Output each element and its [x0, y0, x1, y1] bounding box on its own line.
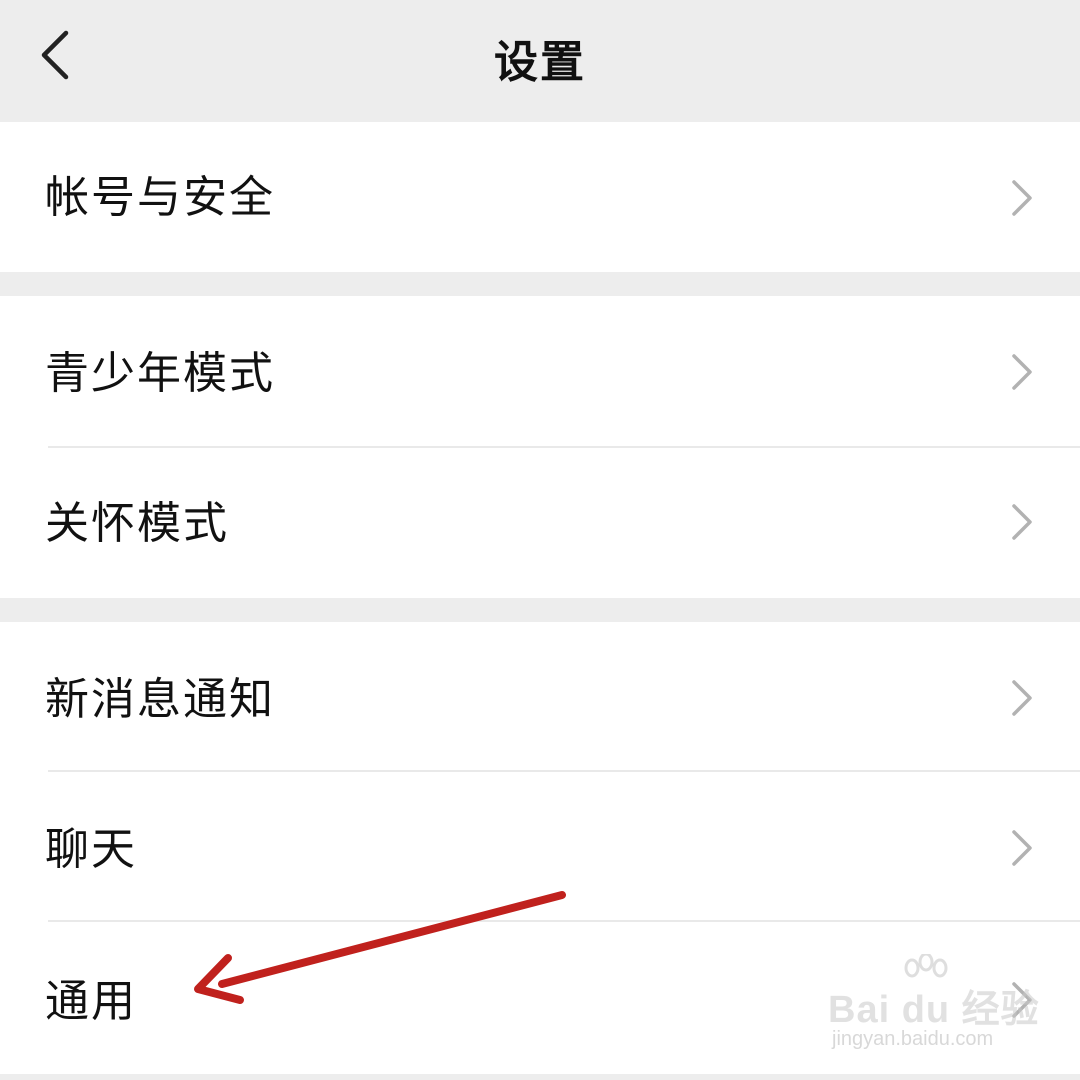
chevron-right-icon — [1012, 680, 1032, 716]
row-label: 青少年模式 — [45, 348, 275, 399]
row-label: 帐号与安全 — [45, 172, 275, 223]
row-teen-mode[interactable]: 青少年模式 — [0, 296, 1080, 446]
row-care-mode[interactable]: 关怀模式 — [0, 448, 1080, 598]
settings-group-general: 新消息通知 聊天 通用 — [0, 622, 1080, 1074]
settings-group-modes: 青少年模式 关怀模式 — [0, 296, 1080, 598]
row-label: 关怀模式 — [45, 498, 229, 549]
nav-bar: 设置 — [0, 0, 1080, 122]
chevron-right-icon — [1012, 982, 1032, 1018]
settings-group-account: 帐号与安全 — [0, 122, 1080, 272]
row-label: 通用 — [45, 976, 137, 1027]
row-account-security[interactable]: 帐号与安全 — [0, 122, 1080, 272]
row-label: 聊天 — [45, 824, 137, 875]
settings-screen: 设置 帐号与安全 青少年模式 关怀模式 新消息通知 聊天 通用 Bai du 经… — [0, 0, 1080, 1080]
row-label: 新消息通知 — [45, 674, 275, 725]
chevron-right-icon — [1012, 504, 1032, 540]
row-new-message-notifications[interactable]: 新消息通知 — [0, 622, 1080, 770]
chevron-right-icon — [1012, 354, 1032, 390]
chevron-right-icon — [1012, 180, 1032, 216]
page-title: 设置 — [494, 37, 586, 88]
chevron-right-icon — [1012, 830, 1032, 866]
row-chat[interactable]: 聊天 — [0, 772, 1080, 920]
row-general[interactable]: 通用 — [0, 922, 1080, 1074]
